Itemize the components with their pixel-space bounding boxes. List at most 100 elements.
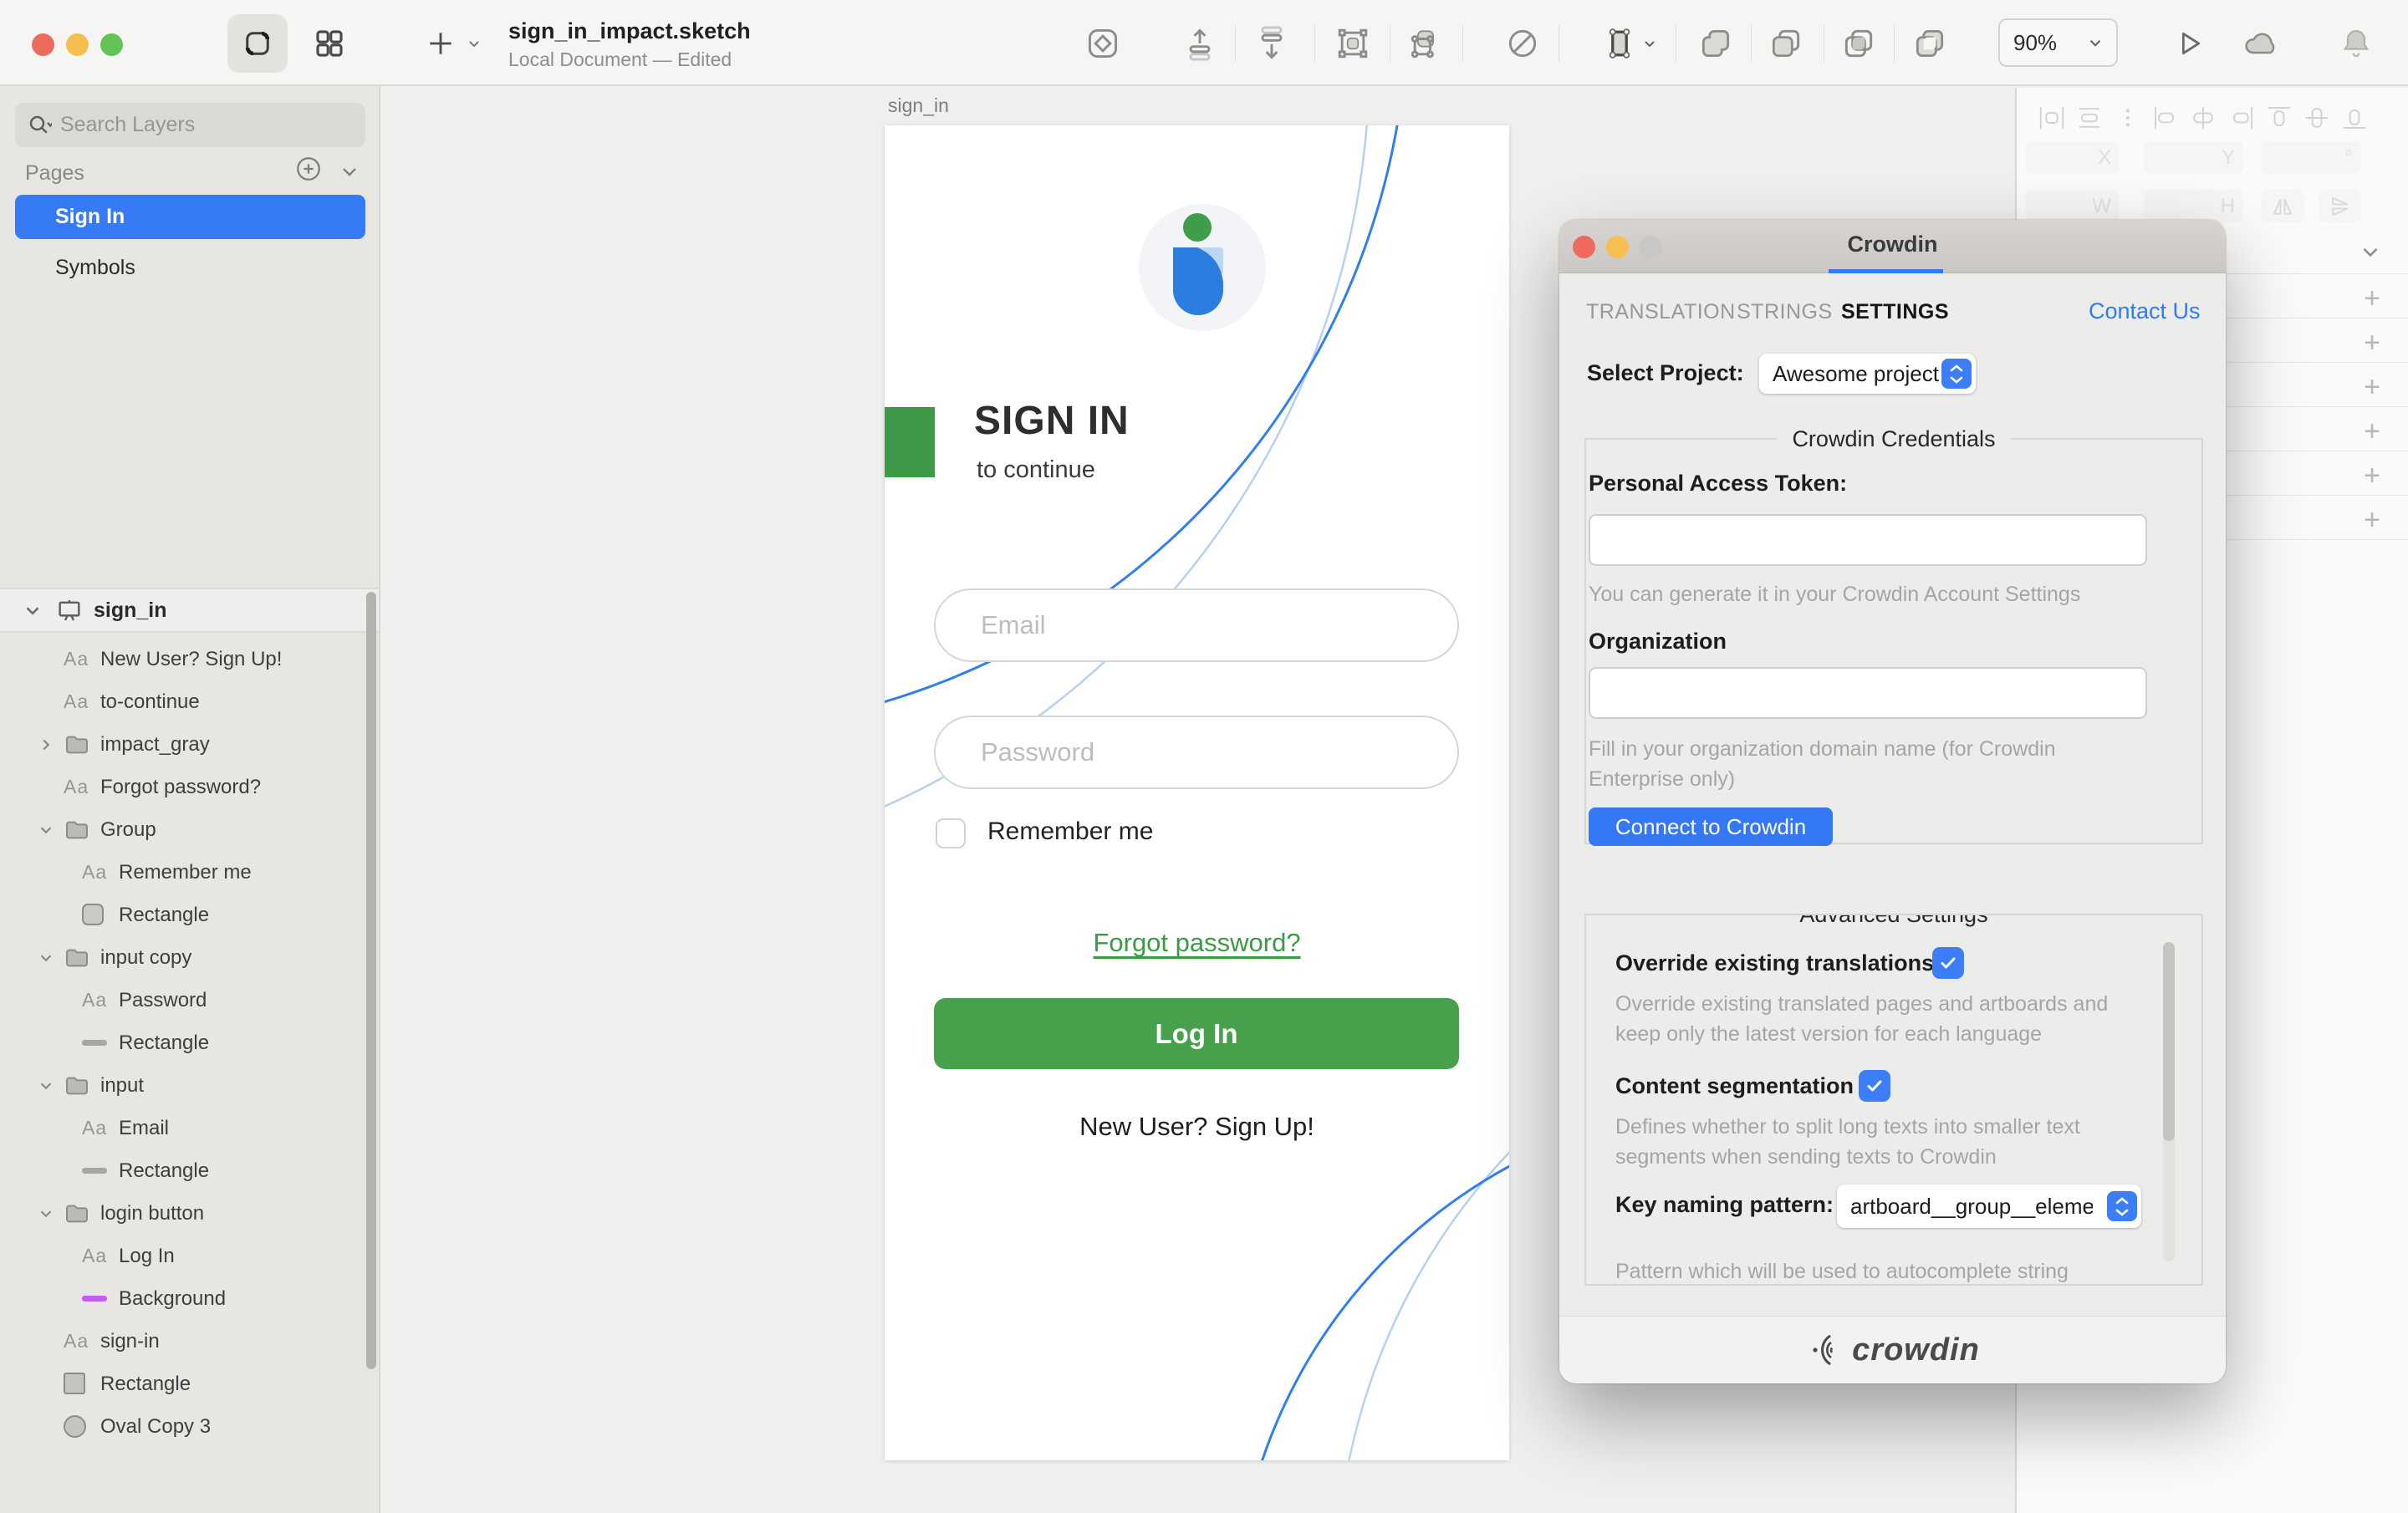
flip-vertical-button[interactable] — [2319, 190, 2361, 222]
preview-play-button[interactable] — [2171, 25, 2207, 62]
layer-row[interactable]: impact_gray — [0, 723, 379, 766]
distribute-horizontal-icon[interactable] — [2037, 103, 2067, 133]
layer-row[interactable]: Group — [0, 808, 379, 851]
chevron-down-icon[interactable] — [37, 1205, 55, 1223]
project-select-dropdown[interactable]: Awesome project — [1759, 354, 1976, 394]
grid-view-toggle[interactable] — [311, 25, 348, 62]
width-field[interactable]: W — [2026, 190, 2120, 222]
difference-icon[interactable] — [1911, 25, 1948, 62]
layer-row[interactable]: AaEmail — [0, 1107, 379, 1149]
layer-row[interactable]: Aasign-in — [0, 1320, 379, 1363]
flip-horizontal-button[interactable] — [2261, 190, 2304, 222]
layer-row[interactable]: Rectangle — [0, 1021, 379, 1064]
layer-row[interactable]: Rectangle — [0, 1149, 379, 1192]
frame-tool-icon[interactable] — [1601, 25, 1638, 62]
x-position-field[interactable]: X — [2026, 141, 2120, 174]
add-style-button[interactable]: + — [2364, 415, 2380, 448]
layer-row[interactable]: Aato-continue — [0, 680, 379, 723]
intersect-icon[interactable] — [1840, 25, 1877, 62]
y-position-field[interactable]: Y — [2144, 141, 2243, 174]
cloud-share-button[interactable] — [2242, 25, 2279, 62]
notifications-button[interactable] — [2338, 25, 2375, 62]
chevron-down-icon[interactable] — [37, 821, 55, 839]
layer-row[interactable]: Rectangle — [0, 1363, 379, 1405]
page-item-sign-in[interactable]: Sign In — [15, 195, 365, 239]
layer-row[interactable]: AaForgot password? — [0, 766, 379, 808]
contact-us-link[interactable]: Contact Us — [2089, 298, 2201, 324]
organization-input[interactable] — [1589, 667, 2147, 719]
frame-tool-chevron-icon[interactable] — [1639, 25, 1661, 62]
add-style-button[interactable]: + — [2364, 327, 2380, 359]
override-checkbox[interactable] — [1932, 947, 1964, 979]
distribute-vertical-icon[interactable] — [2074, 103, 2104, 133]
zoom-level-dropdown[interactable]: 90% — [1998, 18, 2118, 67]
crowdin-titlebar[interactable]: Crowdin — [1559, 220, 2226, 273]
insert-chevron-icon[interactable] — [462, 25, 487, 62]
layer-row[interactable]: AaPassword — [0, 979, 379, 1021]
align-bottom-icon[interactable] — [2339, 103, 2370, 133]
align-right-icon[interactable] — [2227, 103, 2257, 133]
chevron-down-icon[interactable] — [22, 599, 43, 621]
rotation-field[interactable]: ° — [2261, 141, 2361, 174]
minimize-window-button[interactable] — [66, 33, 89, 56]
crowdin-plugin-window[interactable]: Crowdin TRANSLATION STRINGS SETTINGS Con… — [1559, 220, 2226, 1383]
impact-logo[interactable] — [1131, 196, 1273, 339]
chevron-right-icon[interactable] — [37, 736, 55, 754]
connect-to-crowdin-button[interactable]: Connect to Crowdin — [1589, 807, 1833, 846]
sign-in-heading[interactable]: SIGN IN — [974, 398, 1130, 444]
more-options-icon[interactable] — [2113, 103, 2143, 133]
send-backward-icon[interactable] — [1253, 25, 1290, 62]
to-continue-text[interactable]: to continue — [977, 456, 1095, 484]
remember-me-checkbox[interactable] — [936, 818, 966, 848]
add-style-button[interactable]: + — [2364, 283, 2380, 315]
layer-row[interactable]: Rectangle — [0, 894, 379, 936]
align-center-horizontal-icon[interactable] — [2188, 103, 2218, 133]
tab-translation[interactable]: TRANSLATION — [1586, 300, 1736, 324]
rotate-icon[interactable] — [1504, 25, 1541, 62]
pages-collapse-button[interactable] — [338, 160, 361, 183]
tab-strings[interactable]: STRINGS — [1737, 300, 1833, 324]
password-field[interactable]: Password — [934, 716, 1459, 789]
add-page-button[interactable] — [294, 155, 323, 183]
layer-row[interactable]: AaNew User? Sign Up! — [0, 638, 379, 680]
advanced-scrollbar[interactable] — [2163, 942, 2175, 1261]
layer-row[interactable]: Background — [0, 1277, 379, 1320]
add-style-button[interactable]: + — [2364, 371, 2380, 404]
artboard-title[interactable]: sign_in — [888, 94, 949, 117]
layer-row[interactable]: AaLog In — [0, 1235, 379, 1277]
layer-row[interactable]: Oval Copy 3 — [0, 1405, 379, 1448]
layer-row[interactable]: AaRemember me — [0, 851, 379, 894]
layer-row[interactable]: input copy — [0, 936, 379, 979]
heading-accent-rect[interactable] — [885, 407, 935, 477]
chevron-down-icon[interactable] — [37, 949, 55, 967]
ungroup-icon[interactable] — [1407, 25, 1444, 62]
artboard-root-row[interactable]: sign_in — [0, 588, 379, 633]
email-field[interactable]: Email — [934, 588, 1459, 662]
subtract-icon[interactable] — [1768, 25, 1804, 62]
close-window-button[interactable] — [32, 33, 54, 56]
layer-row[interactable]: login button — [0, 1192, 379, 1235]
align-top-icon[interactable] — [2264, 103, 2294, 133]
align-middle-vertical-icon[interactable] — [2302, 103, 2332, 133]
sign-up-link[interactable]: New User? Sign Up! — [885, 1112, 1509, 1142]
sidebar-scrollbar[interactable] — [366, 592, 376, 1369]
artboard-sign-in[interactable]: SIGN IN to continue Email Password Remem… — [885, 125, 1509, 1460]
segmentation-checkbox[interactable] — [1859, 1070, 1890, 1102]
add-style-button[interactable]: + — [2364, 504, 2380, 537]
symbol-icon[interactable] — [1084, 25, 1121, 62]
zoom-window-button[interactable] — [100, 33, 123, 56]
canvas-view-toggle[interactable] — [227, 14, 288, 73]
add-style-button[interactable]: + — [2364, 460, 2380, 492]
group-icon[interactable] — [1334, 25, 1371, 62]
log-in-button[interactable]: Log In — [934, 998, 1459, 1069]
align-left-icon[interactable] — [2150, 103, 2181, 133]
page-item-symbols[interactable]: Symbols — [15, 247, 365, 288]
tab-settings[interactable]: SETTINGS — [1841, 300, 1949, 324]
search-input[interactable]: Search Layers — [15, 103, 365, 147]
layer-row[interactable]: input — [0, 1064, 379, 1107]
key-pattern-dropdown[interactable]: artboard__group__elemer — [1837, 1184, 2141, 1228]
height-field[interactable]: H — [2144, 190, 2243, 222]
union-icon[interactable] — [1697, 25, 1734, 62]
token-input[interactable] — [1589, 514, 2147, 566]
insert-button[interactable] — [422, 25, 459, 62]
